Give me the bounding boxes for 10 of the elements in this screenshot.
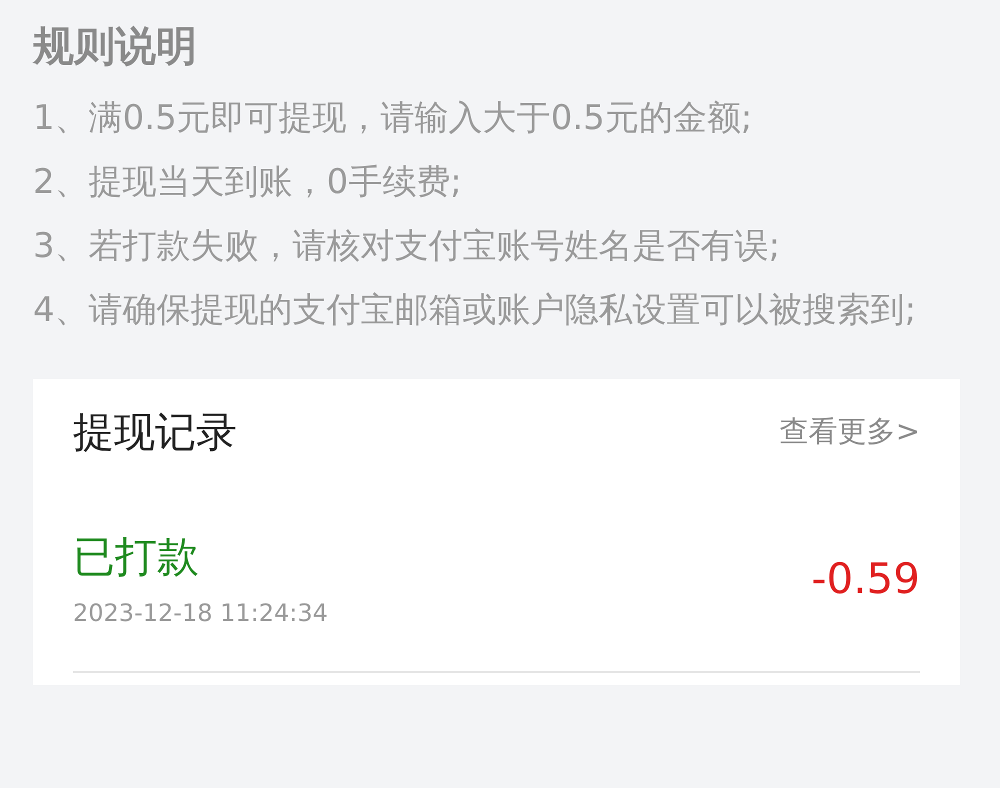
- rule-text: 4、请确保提现的支付宝邮箱或账户隐私设置可以被搜索到;: [33, 289, 918, 332]
- record-status: 已打款: [73, 531, 200, 583]
- record-date: 2023-12-18 11:24:34: [73, 599, 328, 627]
- rule-text: 1、满0.5元即可提现，请输入大于0.5元的金额;: [33, 97, 754, 140]
- rule-text: 2、提现当天到账，0手续费;: [33, 161, 463, 204]
- view-more-link[interactable]: 查看更多>: [780, 412, 920, 452]
- record-amount: -0.59: [811, 554, 920, 602]
- rule-text: 3、若打款失败，请核对支付宝账号姓名是否有误;: [33, 225, 782, 268]
- rules-title: 规则说明: [33, 21, 197, 72]
- card-title: 提现记录: [73, 406, 237, 458]
